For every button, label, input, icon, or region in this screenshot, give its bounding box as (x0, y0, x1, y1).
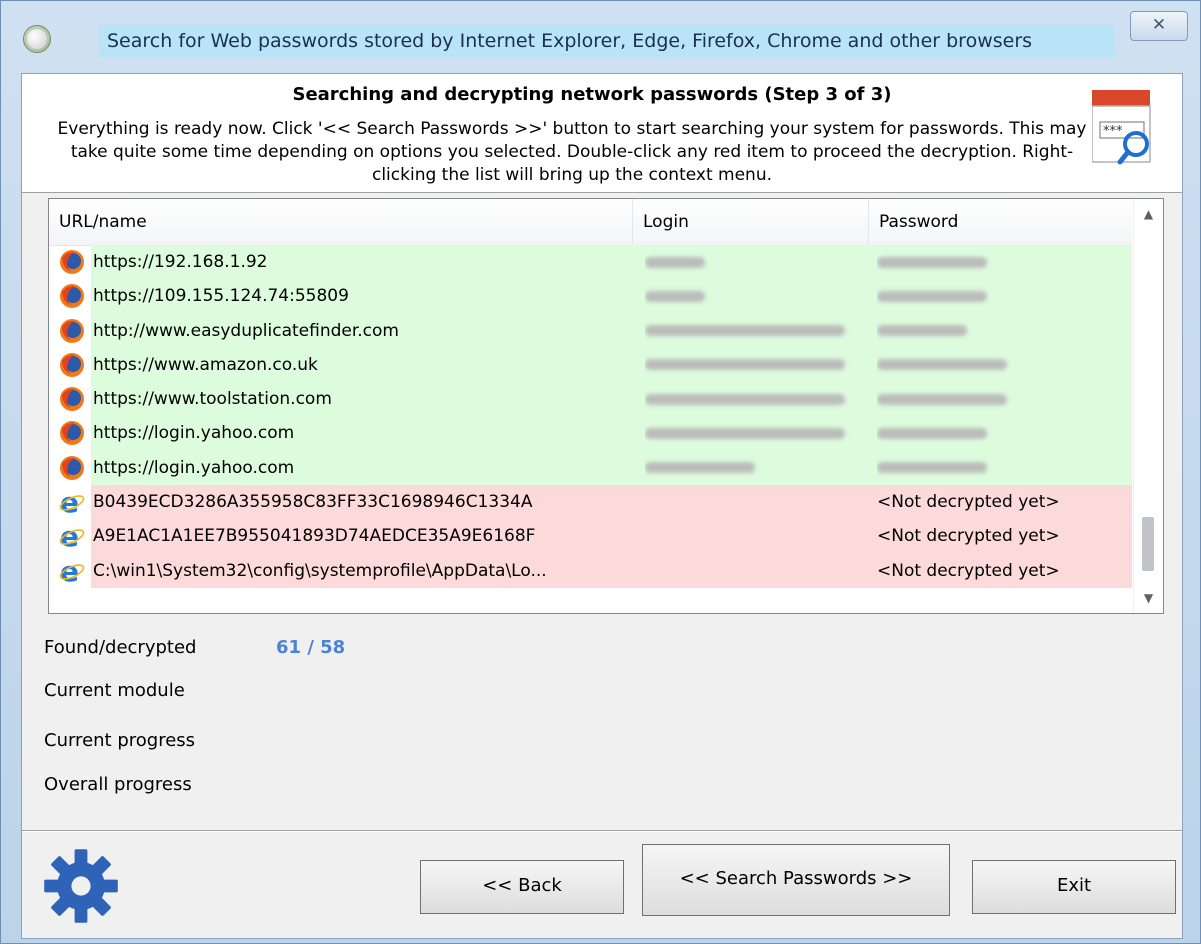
list-item[interactable]: e C:\win1\System32\config\systemprofile\A… (49, 553, 1132, 588)
svg-text:e: e (60, 523, 79, 549)
list-item[interactable]: e B0439ECD3286A355958C83FF33C1698946C1334… (49, 485, 1132, 520)
password-cell: <Not decrypted yet> (877, 560, 1060, 581)
password-cell: <Not decrypted yet> (877, 526, 1060, 547)
redacted-login (645, 462, 755, 474)
exit-button[interactable]: Exit (972, 860, 1176, 914)
firefox-icon (60, 387, 84, 412)
url-cell: https://www.toolstation.com (93, 389, 332, 410)
password-cell (877, 245, 1127, 279)
login-cell (645, 485, 865, 519)
step-description: Everything is ready now. Click '<< Searc… (57, 119, 1087, 185)
found-decrypted-value: 61 / 58 (276, 637, 346, 658)
gear-icon (44, 849, 118, 923)
redacted-login (645, 427, 845, 439)
login-cell (645, 554, 865, 588)
redacted-password (877, 393, 1007, 405)
current-progress-label: Current progress (44, 730, 196, 751)
redacted-password (877, 290, 987, 302)
app-window: Search for Web passwords stored by Inter… (0, 0, 1201, 944)
svg-text:e: e (60, 489, 79, 515)
found-decrypted-label: Found/decrypted (44, 637, 197, 658)
password-cell: <Not decrypted yet> (877, 492, 1060, 513)
firefox-icon (60, 284, 84, 309)
redacted-password (877, 427, 987, 439)
ie-icon: e (59, 558, 85, 584)
list-rows: https://192.168.1.92 https://109.155.124.… (49, 245, 1132, 588)
firefox-icon (60, 455, 84, 480)
window-title: Search for Web passwords stored by Inter… (99, 25, 1115, 57)
redacted-password (877, 359, 1007, 371)
step-title: Searching and decrypting network passwor… (292, 84, 892, 105)
list-item[interactable]: https://login.yahoo.com (49, 450, 1132, 486)
svg-text:e: e (60, 558, 79, 584)
password-cell (877, 279, 1127, 313)
close-button[interactable]: ✕ (1130, 11, 1188, 41)
redacted-password (877, 462, 987, 474)
ie-icon: e (59, 489, 85, 515)
password-cell (877, 314, 1127, 348)
login-cell (645, 279, 865, 313)
title-bar[interactable]: Search for Web passwords stored by Inter… (1, 1, 1200, 73)
url-cell: https://192.168.1.92 (93, 252, 268, 272)
redacted-login (645, 256, 705, 268)
url-cell: B0439ECD3286A355958C83FF33C1698946C1334A (93, 492, 533, 513)
scroll-down-arrow-icon[interactable]: ▼ (1134, 583, 1163, 613)
redacted-login (645, 359, 845, 371)
firefox-icon (60, 250, 84, 274)
wizard-header: Searching and decrypting network passwor… (22, 74, 1182, 193)
url-cell: A9E1AC1A1EE7B955041893D74AEDCE35A9E6168F (93, 526, 536, 547)
password-cell (877, 416, 1127, 450)
list-item[interactable]: e A9E1AC1A1EE7B955041893D74AEDCE35A9E6168… (49, 519, 1132, 554)
password-cell (877, 451, 1127, 485)
redacted-login (645, 393, 845, 405)
url-cell: https://login.yahoo.com (93, 457, 295, 478)
password-mask-text: *** (1103, 124, 1123, 139)
list-item[interactable]: https://www.toolstation.com (49, 382, 1132, 417)
search-passwords-button[interactable]: << Search Passwords >> (642, 844, 950, 916)
list-item[interactable]: https://192.168.1.92 (49, 245, 1132, 280)
scroll-thumb[interactable] (1142, 517, 1154, 571)
overall-progress-label: Overall progress (44, 774, 192, 795)
login-cell (645, 382, 865, 416)
column-header-password[interactable]: Password (869, 199, 1132, 245)
list-item[interactable]: https://109.155.124.74:55809 (49, 279, 1132, 314)
url-cell: C:\win1\System32\config\systemprofile\Ap… (93, 560, 547, 581)
redacted-password (877, 325, 967, 337)
login-cell (645, 348, 865, 382)
url-cell: https://www.amazon.co.uk (93, 354, 318, 375)
firefox-icon (60, 421, 84, 446)
password-search-icon: *** (1092, 90, 1151, 165)
column-header-url[interactable]: URL/name (49, 199, 633, 245)
list-item[interactable]: https://www.amazon.co.uk (49, 347, 1132, 383)
login-cell (645, 416, 865, 450)
login-cell (645, 451, 865, 485)
login-cell (645, 245, 865, 279)
firefox-icon (60, 318, 84, 343)
url-cell: https://login.yahoo.com (93, 423, 295, 444)
ie-icon: e (59, 523, 85, 549)
list-header: URL/name Login Password (49, 199, 1132, 246)
list-item[interactable]: http://www.easyduplicatefinder.com (49, 313, 1132, 348)
password-cell (877, 348, 1127, 382)
vertical-scrollbar[interactable]: ▲ ▼ (1133, 199, 1163, 613)
url-cell: https://109.155.124.74:55809 (93, 286, 349, 307)
login-cell (645, 519, 865, 553)
password-list[interactable]: URL/name Login Password https://192.168.… (48, 198, 1164, 614)
footer-divider (22, 830, 1182, 832)
scroll-up-arrow-icon[interactable]: ▲ (1134, 199, 1163, 229)
password-cell (877, 382, 1127, 416)
redacted-password (877, 256, 987, 268)
url-cell: http://www.easyduplicatefinder.com (93, 320, 399, 341)
login-cell (645, 314, 865, 348)
wizard-panel: Searching and decrypting network passwor… (21, 73, 1183, 939)
back-button[interactable]: << Back (420, 860, 624, 914)
current-module-label: Current module (44, 680, 185, 701)
redacted-login (645, 290, 705, 302)
redacted-login (645, 325, 845, 337)
app-icon (23, 25, 51, 53)
column-header-login[interactable]: Login (633, 199, 869, 245)
firefox-icon (60, 352, 84, 377)
list-item[interactable]: https://login.yahoo.com (49, 416, 1132, 451)
